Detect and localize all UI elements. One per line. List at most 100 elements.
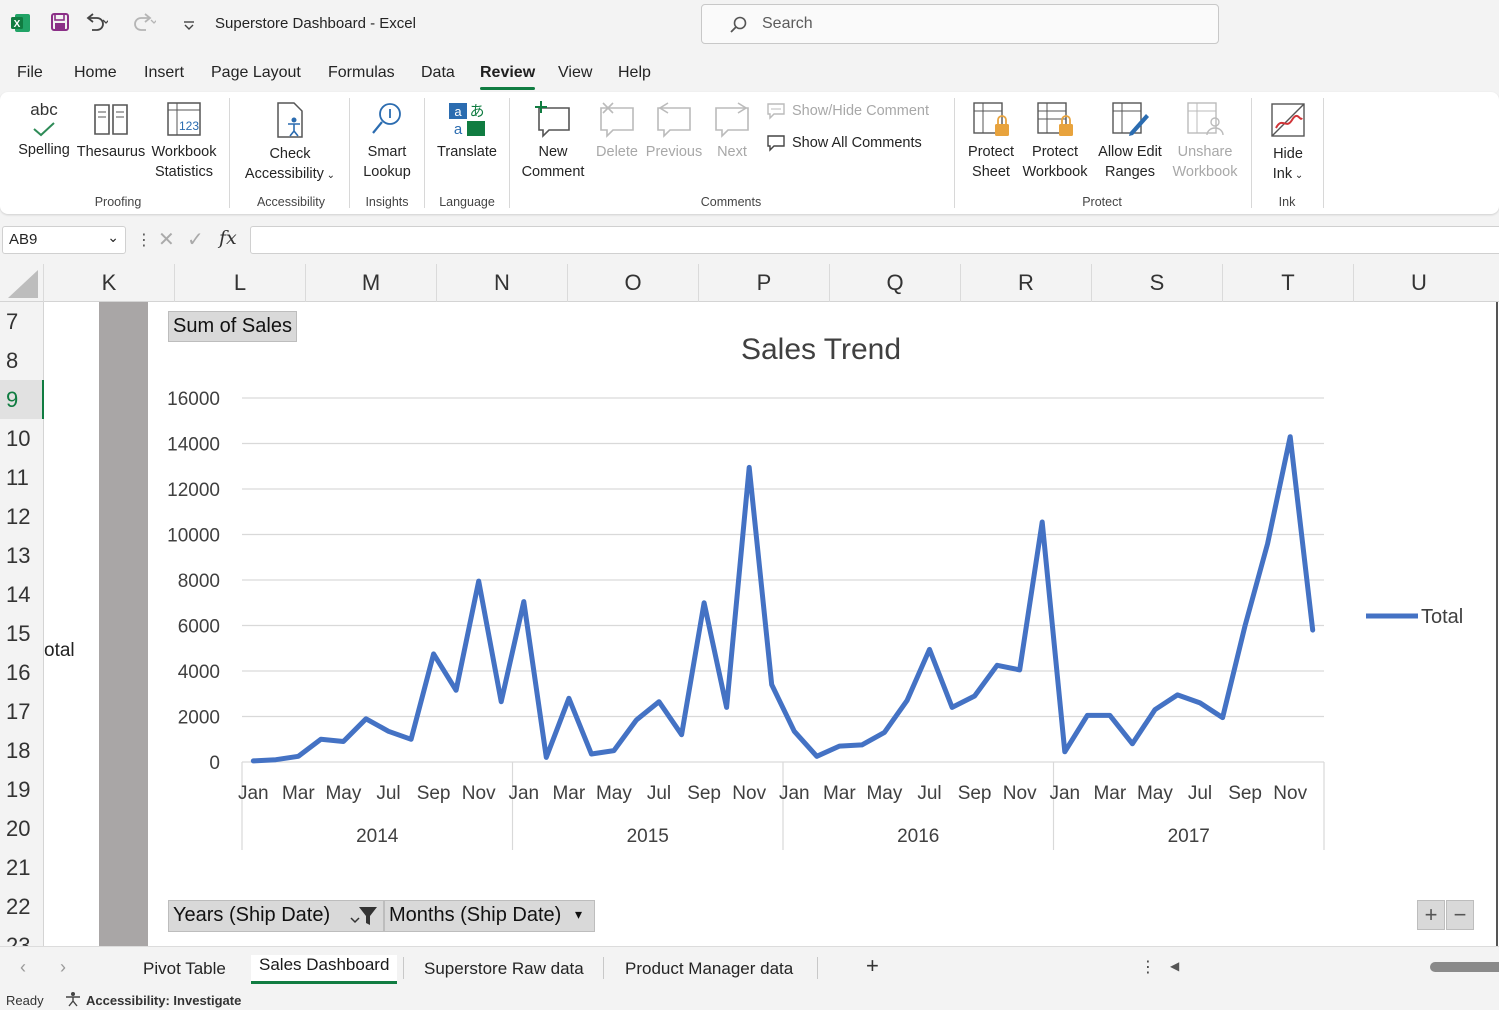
column-header-l[interactable]: L [175, 270, 305, 296]
protect-workbook-button[interactable]: Protect Workbook [1020, 100, 1090, 182]
expand-field-button[interactable]: + [1417, 900, 1445, 930]
allow-edit-ranges-label-2: Ranges [1105, 164, 1155, 180]
translate-button[interactable]: aあa Translate [432, 100, 502, 162]
scroll-tabs-right-icon[interactable]: › [60, 957, 66, 978]
document-title: Superstore Dashboard - Excel [215, 15, 416, 32]
hide-ink-label-2: Ink [1272, 166, 1293, 182]
tab-help[interactable]: Help [618, 64, 651, 82]
protect-group-label: Protect [1082, 195, 1122, 209]
x-tick-label: Jul [647, 783, 671, 804]
comments-group-label: Comments [700, 195, 762, 209]
row-header[interactable]: 15 [0, 614, 44, 653]
row-header[interactable]: 22 [0, 887, 44, 926]
row-header[interactable]: 14 [0, 575, 44, 614]
svg-text:a: a [454, 104, 462, 119]
workbook-statistics-button[interactable]: 123 Workbook Statistics [148, 100, 220, 182]
name-box[interactable]: AB9 ⌄ [2, 226, 126, 254]
protect-sheet-icon [973, 102, 1009, 136]
dropdown-arrow-icon: ▾ [574, 906, 582, 922]
svg-text:X: X [14, 19, 21, 30]
translate-label: Translate [437, 144, 497, 160]
add-sheet-icon[interactable]: + [866, 953, 879, 979]
tab-formulas[interactable]: Formulas [328, 64, 395, 82]
row-header[interactable]: 7 [0, 302, 44, 341]
column-header-t[interactable]: T [1223, 270, 1353, 296]
horizontal-scrollbar-thumb[interactable] [1430, 962, 1499, 972]
accessibility-group-label: Accessibility [256, 195, 326, 209]
row-header[interactable]: 20 [0, 809, 44, 848]
ribbon-separator [424, 98, 425, 208]
column-header-o[interactable]: O [568, 270, 698, 296]
sheet-tab-product-manager-data[interactable]: Product Manager data [625, 959, 793, 979]
smart-lookup-button[interactable]: Smart Lookup [356, 100, 418, 182]
column-header-n[interactable]: N [437, 270, 567, 296]
tab-file[interactable]: File [17, 64, 43, 82]
scroll-tabs-left-icon[interactable]: ‹ [20, 957, 26, 978]
years-ship-date-field-button[interactable]: Years (Ship Date) [168, 900, 384, 932]
x-tick-label: Jan [1049, 783, 1080, 804]
sheet-tab-pivot-table[interactable]: Pivot Table [143, 959, 226, 979]
tab-home[interactable]: Home [74, 64, 117, 82]
allow-edit-ranges-button[interactable]: Allow Edit Ranges [1092, 100, 1168, 182]
filter-icon [349, 905, 379, 933]
confirm-entry-icon[interactable]: ✓ [187, 227, 204, 252]
row-header-active[interactable]: 9 [0, 380, 44, 419]
tab-page-layout[interactable]: Page Layout [211, 64, 301, 82]
hide-ink-button[interactable]: Hide Ink ⌄ [1260, 100, 1316, 186]
row-header[interactable]: 13 [0, 536, 44, 575]
row-header[interactable]: 12 [0, 497, 44, 536]
collapse-field-button[interactable]: − [1446, 900, 1474, 930]
column-header-q[interactable]: Q [830, 270, 960, 296]
show-all-comments-icon [767, 135, 785, 152]
customize-quick-access-icon[interactable] [182, 18, 196, 36]
select-all-corner[interactable] [8, 270, 38, 298]
scroll-left-icon[interactable]: ◀ [1170, 959, 1179, 973]
column-header-s[interactable]: S [1092, 270, 1222, 296]
tab-insert[interactable]: Insert [144, 64, 184, 82]
row-header[interactable]: 19 [0, 770, 44, 809]
check-accessibility-button[interactable]: Check Accessibility ⌄ [238, 100, 342, 186]
tab-data[interactable]: Data [421, 64, 455, 82]
spelling-button[interactable]: abc Spelling [14, 100, 74, 160]
more-options-icon[interactable]: ⋮ [136, 230, 152, 250]
formula-input[interactable] [250, 226, 1499, 254]
row-header[interactable]: 8 [0, 341, 44, 380]
more-tabs-icon[interactable]: ⋮ [1140, 957, 1156, 977]
tab-review[interactable]: Review [480, 64, 536, 90]
row-header[interactable]: 10 [0, 419, 44, 458]
column-header-u[interactable]: U [1354, 270, 1484, 296]
accessibility-status[interactable]: Accessibility: Investigate [86, 993, 241, 1008]
row-header[interactable]: 16 [0, 653, 44, 692]
ribbon: abc Spelling Thesaurus 123 Workbook Stat… [0, 92, 1499, 214]
row-header[interactable]: 18 [0, 731, 44, 770]
column-header-k[interactable]: K [44, 270, 174, 296]
show-all-comments-button[interactable]: Show All Comments [766, 134, 922, 152]
sales-trend-chart[interactable]: Sum of Sales Sales Trend 0 2000 4000 6000 800… [148, 302, 1498, 946]
sheet-tab-superstore-raw-data[interactable]: Superstore Raw data [424, 959, 584, 979]
column-header-p[interactable]: P [699, 270, 829, 296]
months-ship-date-field-button[interactable]: Months (Ship Date) ▾ [384, 900, 595, 932]
svg-text:あ: あ [469, 102, 484, 120]
workbook-statistics-icon: 123 [167, 102, 201, 136]
tab-view[interactable]: View [558, 64, 592, 82]
undo-icon[interactable] [84, 12, 110, 37]
worksheet-grid[interactable]: K L M N O P Q R S T U 7 8 9 10 11 12 13 … [0, 264, 1499, 946]
new-comment-button[interactable]: New Comment [516, 100, 590, 182]
new-comment-label-2: Comment [521, 164, 585, 180]
protect-sheet-button[interactable]: Protect Sheet [962, 100, 1020, 182]
row-header[interactable]: 17 [0, 692, 44, 731]
ribbon-separator [1251, 98, 1252, 208]
row-header[interactable]: 11 [0, 458, 44, 497]
save-icon[interactable] [50, 12, 70, 37]
search-input[interactable]: Search [701, 4, 1219, 44]
insert-function-icon[interactable]: fx [219, 227, 237, 249]
column-header-m[interactable]: M [306, 270, 436, 296]
row-header[interactable]: 23 [0, 926, 44, 946]
sheet-tab-sales-dashboard[interactable]: Sales Dashboard [251, 955, 398, 984]
row-header[interactable]: 21 [0, 848, 44, 887]
column-header-r[interactable]: R [961, 270, 1091, 296]
thesaurus-button[interactable]: Thesaurus [76, 100, 146, 162]
cancel-entry-icon[interactable]: ✕ [158, 227, 175, 252]
chart-plot: Sales Trend 0 2000 4000 6000 8000 10000 12000 14… [167, 333, 1463, 850]
chevron-down-icon: ⌄ [107, 229, 119, 245]
